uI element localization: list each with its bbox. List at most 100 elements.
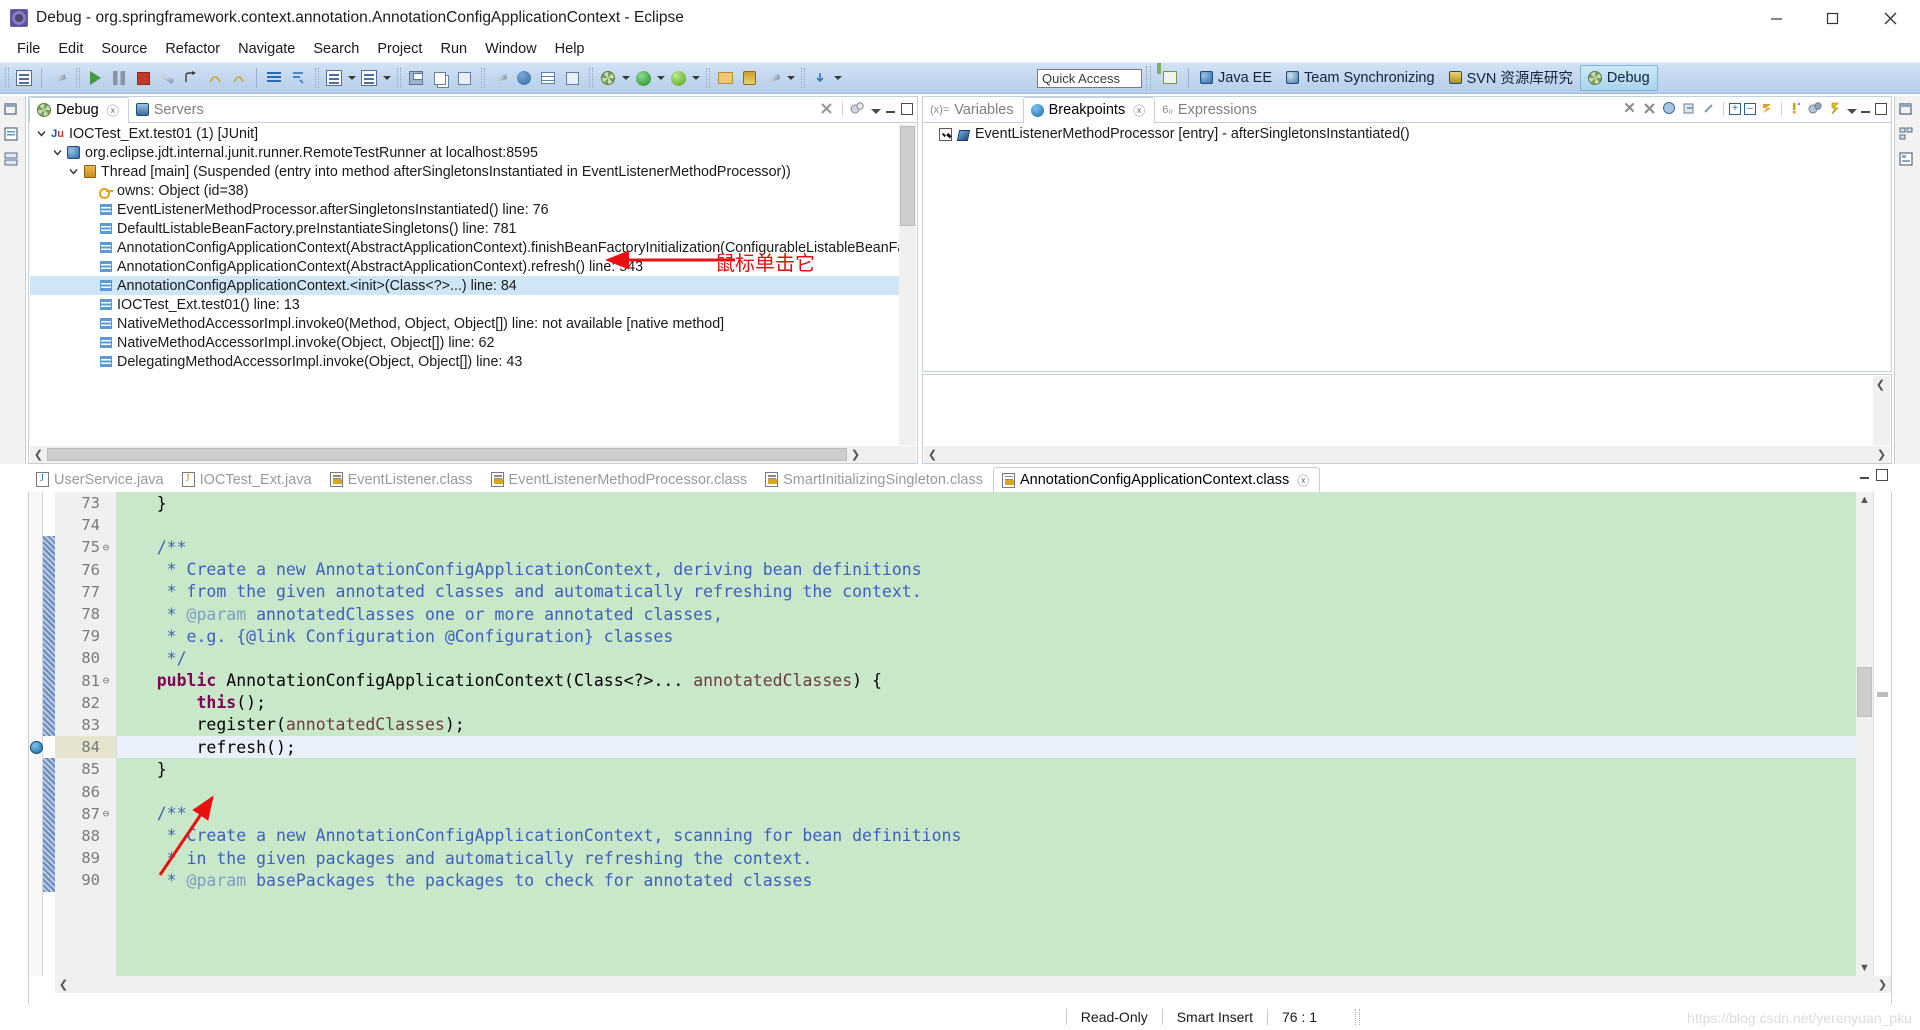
editor-vertical-scrollbar[interactable]: ▲ ▼ bbox=[1856, 492, 1873, 976]
coverage-dropdown-icon[interactable] bbox=[690, 66, 701, 90]
print-icon[interactable] bbox=[452, 66, 476, 90]
suspend-icon[interactable] bbox=[107, 66, 131, 90]
perspective-debug[interactable]: Debug bbox=[1579, 64, 1658, 91]
menu-help[interactable]: Help bbox=[546, 39, 594, 59]
code-line[interactable] bbox=[117, 780, 1856, 802]
terminate-icon[interactable] bbox=[131, 66, 155, 90]
new-wizard-icon[interactable] bbox=[12, 66, 36, 90]
code-line[interactable]: /** bbox=[117, 803, 1856, 825]
maximize-icon[interactable] bbox=[1875, 102, 1887, 115]
fold-toggle-icon[interactable]: ⊖ bbox=[100, 541, 112, 554]
editor-tab[interactable]: UserService.java bbox=[28, 467, 174, 492]
debug-tree-horizontal-scrollbar[interactable]: ❮ ❯ bbox=[30, 446, 916, 463]
code-line[interactable]: refresh(); bbox=[117, 736, 1856, 759]
scroll-right-icon[interactable]: ❯ bbox=[847, 446, 864, 463]
debug-tree-row[interactable]: Ju IOCTest_Ext.test01 (1) [JUnit] bbox=[30, 124, 916, 143]
code-line[interactable]: * from the given annotated classes and a… bbox=[117, 581, 1856, 603]
code-line[interactable]: */ bbox=[117, 647, 1856, 669]
overview-ruler[interactable] bbox=[1873, 492, 1891, 976]
code-line[interactable]: this (); bbox=[117, 692, 1856, 714]
maximize-button[interactable] bbox=[1804, 0, 1860, 36]
remove-all-terminated-icon[interactable] bbox=[849, 100, 867, 118]
debug-tree-row[interactable]: EventListenerMethodProcessor.afterSingle… bbox=[30, 200, 916, 219]
terminate-all-icon[interactable] bbox=[818, 100, 836, 118]
editor-tab[interactable]: IOCTest_Ext.java bbox=[174, 467, 322, 492]
fold-toggle-icon[interactable]: ⊖ bbox=[100, 807, 112, 820]
annotation-dropdown-icon[interactable] bbox=[785, 66, 796, 90]
toolbar-grip[interactable] bbox=[5, 68, 9, 88]
disconnect-icon[interactable] bbox=[155, 66, 179, 90]
toolbar-grip[interactable] bbox=[481, 68, 485, 88]
prev-annotation-dropdown-icon[interactable] bbox=[832, 66, 843, 90]
perspective-team-synchronizing[interactable]: Team Synchronizing bbox=[1279, 65, 1442, 91]
minimize-button[interactable] bbox=[1748, 0, 1804, 36]
annotation-icon[interactable] bbox=[761, 66, 785, 90]
code-line[interactable]: * in the given packages and automaticall… bbox=[117, 847, 1856, 869]
menu-source[interactable]: Source bbox=[92, 39, 156, 59]
step-into-icon[interactable] bbox=[227, 66, 251, 90]
debug-config-icon[interactable] bbox=[596, 66, 620, 90]
detail-vertical-scrollbar[interactable]: ❮ bbox=[1873, 376, 1890, 445]
collapse-all-icon[interactable]: – bbox=[1744, 102, 1756, 115]
add-exception-breakpoint-icon[interactable] bbox=[1759, 100, 1776, 117]
tab-variables[interactable]: (x)= Variables bbox=[923, 97, 1023, 122]
breakpoints-list[interactable]: EventListenerMethodProcessor [entry] - a… bbox=[923, 123, 1891, 145]
breakpoint-enabled-checkbox[interactable] bbox=[939, 127, 952, 141]
servers-view-shortcut-icon[interactable] bbox=[3, 151, 23, 171]
close-button[interactable] bbox=[1860, 0, 1920, 36]
perspective-svn[interactable]: SVN 资源库研究 bbox=[1442, 65, 1580, 91]
code-line[interactable]: * Create a new AnnotationConfigApplicati… bbox=[117, 559, 1856, 581]
new-class-dropdown-icon[interactable] bbox=[381, 66, 392, 90]
debug-tree-row[interactable]: DefaultListableBeanFactory.preInstantiat… bbox=[30, 219, 916, 238]
code-line[interactable]: * @param basePackages the packages to ch… bbox=[117, 869, 1856, 891]
external-tools-icon[interactable] bbox=[512, 66, 536, 90]
debug-tree-row[interactable]: owns: Object (id=38) bbox=[30, 181, 916, 200]
code-line[interactable]: * e.g. {@link Configuration @Configurati… bbox=[117, 625, 1856, 647]
code-line[interactable]: register(annotatedClasses); bbox=[117, 714, 1856, 736]
menu-window[interactable]: Window bbox=[476, 39, 546, 59]
code-line[interactable]: * @param annotatedClasses one or more an… bbox=[117, 603, 1856, 625]
new-class-icon[interactable] bbox=[357, 66, 381, 90]
prev-annotation-icon[interactable] bbox=[808, 66, 832, 90]
view-menu-icon[interactable] bbox=[871, 109, 881, 114]
chevron-down-icon[interactable] bbox=[34, 128, 49, 139]
scroll-up-icon[interactable]: ▲ bbox=[1856, 492, 1873, 508]
source-code-text[interactable]: } /** * Create a new AnnotationConfigApp… bbox=[117, 492, 1856, 976]
debug-stack-tree[interactable]: Ju IOCTest_Ext.test01 (1) [JUnit] org.ecli… bbox=[30, 124, 916, 445]
tab-debug[interactable]: Debug ⓧ bbox=[29, 97, 129, 123]
remove-breakpoint-icon[interactable]: ✕ bbox=[1621, 100, 1638, 117]
chevron-down-icon[interactable] bbox=[50, 147, 65, 158]
code-line[interactable]: /** bbox=[117, 536, 1856, 558]
toolbar-grip[interactable] bbox=[801, 68, 805, 88]
instruction-stepping-icon[interactable] bbox=[262, 66, 286, 90]
debug-tree-row[interactable]: DelegatingMethodAccessorImpl.invoke(Obje… bbox=[30, 352, 916, 371]
expand-all-icon[interactable]: + bbox=[1729, 102, 1741, 115]
scroll-left-icon[interactable]: ❮ bbox=[30, 446, 47, 463]
tab-servers[interactable]: Servers bbox=[129, 97, 213, 122]
skip-breakpoints-icon[interactable] bbox=[1681, 100, 1698, 117]
close-icon[interactable]: ⓧ bbox=[1297, 472, 1309, 489]
toolbar-grip[interactable] bbox=[76, 68, 80, 88]
close-icon[interactable]: ⓧ bbox=[107, 102, 119, 119]
vertical-scroll-thumb[interactable] bbox=[1857, 667, 1872, 717]
maximize-icon[interactable] bbox=[1876, 469, 1888, 481]
breakpoint-pen-icon[interactable] bbox=[1701, 100, 1718, 117]
open-perspective-icon[interactable] bbox=[713, 66, 737, 90]
toolbar-grip[interactable] bbox=[589, 68, 593, 88]
minimize-icon[interactable] bbox=[1860, 103, 1872, 115]
save-icon[interactable] bbox=[404, 66, 428, 90]
debug-tree-row[interactable]: NativeMethodAccessorImpl.invoke(Object, … bbox=[30, 333, 916, 352]
minimize-icon[interactable] bbox=[885, 103, 897, 115]
breakpoint-types-icon[interactable] bbox=[1827, 100, 1844, 117]
link-icon[interactable] bbox=[47, 66, 71, 90]
editor-tab[interactable]: EventListener.class bbox=[322, 467, 483, 492]
new-file-dropdown-icon[interactable] bbox=[346, 66, 357, 90]
code-line[interactable]: * Create a new AnnotationConfigApplicati… bbox=[117, 825, 1856, 847]
pin-icon[interactable] bbox=[737, 66, 761, 90]
debug-tree-vertical-scrollbar[interactable] bbox=[899, 124, 916, 445]
perspective-java-ee[interactable]: Java EE bbox=[1193, 65, 1279, 91]
close-icon[interactable]: ⓧ bbox=[1133, 102, 1145, 119]
chevron-down-icon[interactable] bbox=[66, 166, 81, 177]
step-return-icon[interactable] bbox=[179, 66, 203, 90]
editor-tab[interactable]: EventListenerMethodProcessor.class bbox=[483, 467, 758, 492]
